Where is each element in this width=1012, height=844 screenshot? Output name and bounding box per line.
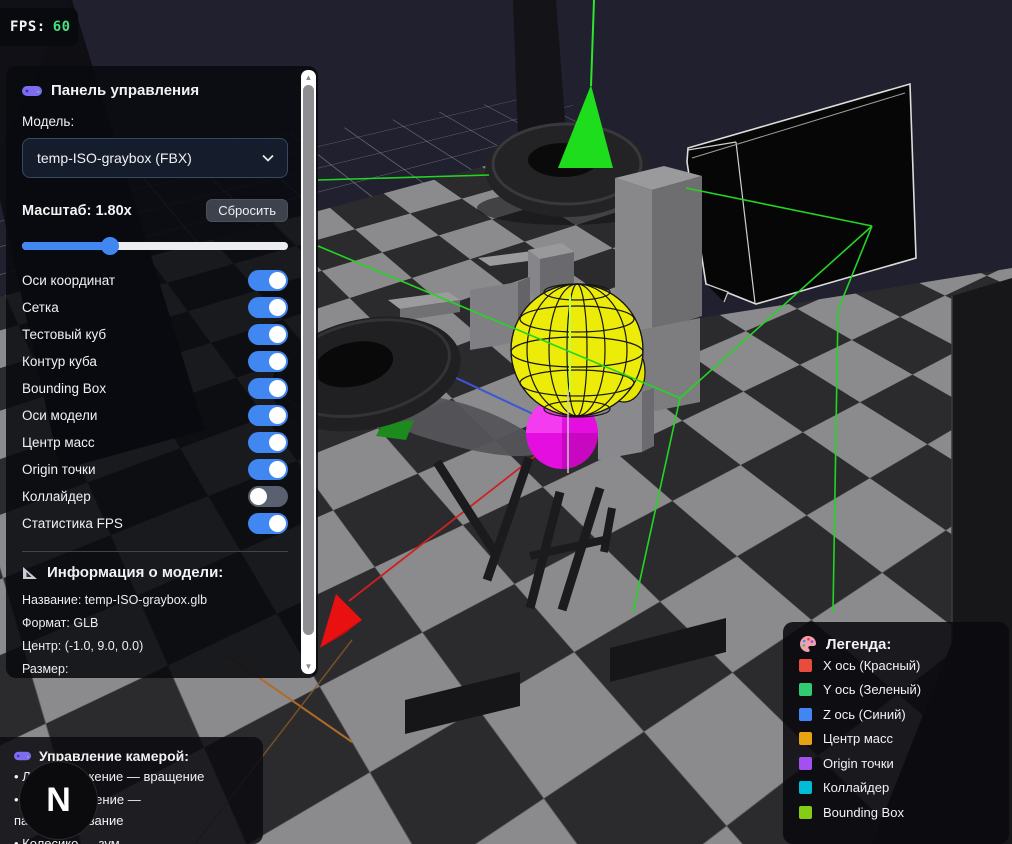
toggle-list: Оси координат Сетка Тестовый куб Контур …: [22, 267, 288, 537]
reset-scale-button[interactable]: Сбросить: [206, 199, 288, 222]
toggle-axes[interactable]: [248, 270, 288, 291]
scale-slider[interactable]: [22, 237, 288, 255]
scrollbar-up-arrow[interactable]: ▲: [301, 73, 316, 82]
model-name: Название: temp-ISO-graybox.glb: [22, 593, 208, 607]
toggle-fps-stats[interactable]: [248, 513, 288, 534]
model-format: Формат: GLB: [22, 616, 99, 630]
legend-swatch: [799, 658, 812, 672]
chevron-down-icon: [262, 154, 274, 162]
toggle-grid[interactable]: [248, 297, 288, 318]
app-window: FPS: 60 Панель управления Модель: temp-I…: [0, 0, 1012, 844]
dark-sticks: [433, 456, 616, 612]
model-info: Название: temp-ISO-graybox.glb Формат: G…: [22, 589, 288, 678]
scale-label: Масштаб: 1.80x: [22, 202, 132, 219]
toggle-model-axes[interactable]: [248, 405, 288, 426]
legend-item: Origin точки: [799, 751, 993, 776]
model-label: Модель:: [22, 114, 75, 129]
toggle-bounding-box[interactable]: [248, 378, 288, 399]
panel-scrollbar[interactable]: ▲ ▼: [301, 70, 316, 674]
toggle-test-cube[interactable]: [248, 324, 288, 345]
scrollbar-thumb[interactable]: [303, 85, 314, 635]
toggle-origin-points[interactable]: [248, 459, 288, 480]
legend-item: Bounding Box: [799, 800, 993, 825]
legend-swatch: [799, 756, 812, 770]
center-mass-sphere: [510, 283, 646, 418]
legend-swatch: [799, 781, 812, 795]
legend-title: Легенда:: [799, 635, 993, 653]
fps-badge: FPS: 60: [0, 8, 78, 46]
legend-item: Y ось (Зеленый): [799, 678, 993, 703]
legend-item: X ось (Красный): [799, 653, 993, 678]
triangle-ruler-icon: [23, 566, 37, 579]
model-size: Размер:: [22, 662, 69, 676]
x-axis-arrow: [320, 594, 362, 648]
legend-swatch: [799, 805, 812, 819]
divider: [22, 551, 288, 552]
fps-value: 60: [52, 19, 71, 35]
legend-item: Коллайдер: [799, 776, 993, 801]
slider-thumb[interactable]: [100, 237, 119, 255]
model-select-value: temp-ISO-graybox (FBX): [37, 150, 192, 166]
legend-swatch: [799, 683, 812, 697]
legend-item: Z ось (Синий): [799, 702, 993, 727]
toggle-center-mass[interactable]: [248, 432, 288, 453]
fps-label: FPS:: [10, 19, 46, 35]
gamepad-icon: [22, 85, 42, 96]
panel-title: Панель управления: [22, 82, 288, 99]
overlay-n-badge[interactable]: N: [19, 761, 98, 840]
toggle-cube-outline[interactable]: [248, 351, 288, 372]
toggle-collider[interactable]: [248, 486, 288, 507]
model-select[interactable]: temp-ISO-graybox (FBX): [22, 138, 288, 178]
legend-item: Центр масс: [799, 727, 993, 752]
legend-swatch: [799, 707, 812, 721]
model-center: Центр: (-1.0, 9.0, 0.0): [22, 639, 144, 653]
gamepad-icon: [14, 751, 31, 761]
palette-icon: [800, 636, 816, 652]
model-info-title: Информация о модели:: [22, 564, 288, 581]
control-panel: Панель управления Модель: temp-ISO-grayb…: [6, 66, 318, 678]
legend-swatch: [799, 732, 812, 746]
slider-fill: [22, 242, 110, 250]
raised-tile-sides: [405, 618, 726, 734]
legend-panel: Легенда: X ось (Красный) Y ось (Зеленый)…: [783, 622, 1009, 844]
x-axis-line: [348, 445, 549, 602]
scrollbar-down-arrow[interactable]: ▼: [301, 662, 316, 671]
